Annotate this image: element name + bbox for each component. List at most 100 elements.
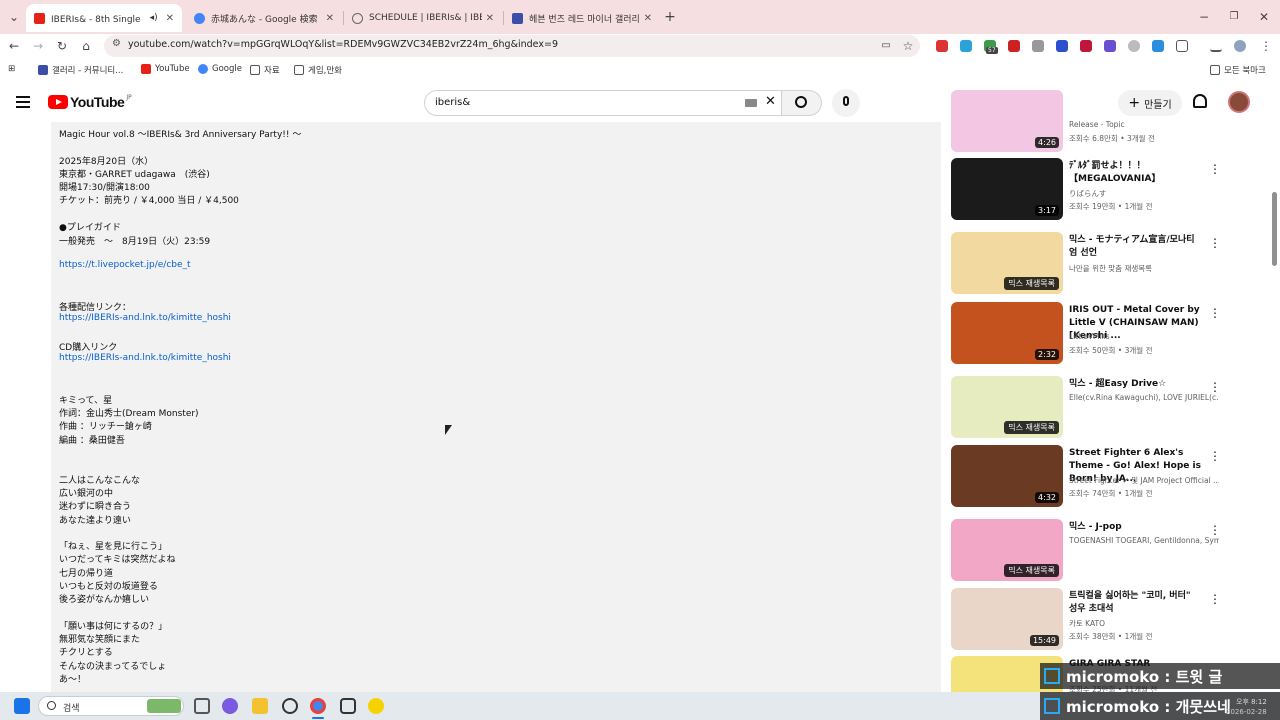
tab-search-chevron-icon[interactable]: ⌄ xyxy=(6,9,22,25)
close-tab-icon[interactable]: ✕ xyxy=(644,13,652,24)
bookmark-folder-games[interactable]: 게임,만화 xyxy=(294,64,342,76)
video-title[interactable]: 믹스 - 超Easy Drive☆ xyxy=(1069,378,1201,391)
tab-iberis[interactable]: IBERIs& - 8th Single「キミ ◂) ✕ xyxy=(26,4,182,32)
sidebar-scrollbar[interactable] xyxy=(1272,192,1277,266)
more-actions-icon[interactable]: ⋮ xyxy=(1209,523,1221,537)
forward-icon[interactable]: → xyxy=(30,38,46,54)
close-window-icon[interactable]: ✕ xyxy=(1256,9,1272,25)
video-title[interactable]: 트릭컬을 싫어하는 "코미, 버터" 성우 초대석 xyxy=(1069,590,1201,616)
restore-icon[interactable]: ❐ xyxy=(1226,9,1242,25)
more-actions-icon[interactable]: ⋮ xyxy=(1209,162,1221,176)
bookmark-folder-resources[interactable]: 자료 xyxy=(250,64,280,76)
bookmark-gallery[interactable]: 갤러리 - 커뮤니티... xyxy=(38,64,123,76)
bookmark-star-icon[interactable]: ☆ xyxy=(900,38,916,54)
browser-menu-icon[interactable]: ⋮ xyxy=(1258,38,1274,54)
back-icon[interactable]: ← xyxy=(6,38,22,54)
recommended-video-card[interactable]: 4:26 Release - Topic 조회수 6.8만회 • 3개월 전 xyxy=(951,90,1271,154)
video-thumbnail[interactable]: 15:49 xyxy=(951,588,1063,650)
tab-gallery[interactable]: 헤븐 번즈 레드 마이너 갤러리 ✕ xyxy=(504,4,660,32)
video-thumbnail[interactable]: 믹스 재생목록 xyxy=(951,376,1063,438)
download-icon[interactable] xyxy=(1152,40,1164,52)
youtube-logo[interactable]: YouTube JP xyxy=(48,94,132,110)
search-button[interactable] xyxy=(782,90,822,116)
more-actions-icon[interactable]: ⋮ xyxy=(1209,306,1221,320)
hamburger-menu-icon[interactable] xyxy=(16,96,30,108)
recommended-mix-card[interactable]: 믹스 재생목록 믹스 - J-pop TOGENASHI TOGEARI, Ge… xyxy=(951,519,1271,583)
recommended-video-card[interactable]: 4:32 Street Fighter 6 Alex's Theme - Go!… xyxy=(951,445,1271,509)
channel-name[interactable]: 카토 KATO xyxy=(1069,618,1219,629)
extension-icon[interactable] xyxy=(1128,40,1140,52)
search-input[interactable]: iberis& ✕ xyxy=(424,90,782,116)
channel-name[interactable]: Release - Topic xyxy=(1069,120,1219,129)
recommended-video-card[interactable]: 3:17 ﾃﾞﾙﾀﾞ罰せよ！！！【MEGALOVANIA】 りばらんす 조회수 … xyxy=(951,158,1271,222)
video-thumbnail[interactable]: 믹스 재생목록 xyxy=(951,232,1063,294)
video-title[interactable]: ﾃﾞﾙﾀﾞ罰せよ！！！【MEGALOVANIA】 xyxy=(1069,160,1201,186)
task-view-icon[interactable] xyxy=(194,698,210,714)
extension-icon[interactable] xyxy=(936,40,948,52)
taskbar-search-input[interactable]: 검색 xyxy=(38,696,184,716)
more-actions-icon[interactable]: ⋮ xyxy=(1209,380,1221,394)
site-info-icon[interactable]: ⚙ xyxy=(112,38,121,49)
bookmark-youtube[interactable]: YouTube xyxy=(141,64,190,74)
recommended-mix-card[interactable]: 믹스 재생목록 믹스 - モナティアム宣言/모나티엄 선언 나만을 위한 맞춤 … xyxy=(951,232,1271,296)
video-thumbnail[interactable]: 2:32 xyxy=(951,302,1063,364)
speaker-icon[interactable]: ◂) xyxy=(150,13,158,23)
extension-icon[interactable] xyxy=(1032,40,1044,52)
recommended-video-card[interactable]: 2:32 IRIS OUT - Metal Cover by Little V … xyxy=(951,302,1271,366)
more-actions-icon[interactable]: ⋮ xyxy=(1209,449,1221,463)
description-link[interactable]: https://t.livepocket.jp/e/cbe_t xyxy=(59,260,191,270)
address-bar[interactable]: ⚙ youtube.com/watch?v=mpGGrqWLOqY&list=R… xyxy=(104,35,920,57)
voice-search-button[interactable] xyxy=(832,89,860,117)
profile-avatar-icon[interactable] xyxy=(1234,40,1246,52)
recommended-mix-card[interactable]: 믹스 재생목록 믹스 - 超Easy Drive☆ Elle(cv.Rina K… xyxy=(951,376,1271,440)
all-bookmarks-folder[interactable]: 모든 북마크 xyxy=(1210,64,1266,76)
channel-name[interactable]: TOGENASHI TOGEARI, Gentildonna, Sym... xyxy=(1069,536,1219,545)
close-tab-icon[interactable]: ✕ xyxy=(326,13,334,24)
file-explorer-icon[interactable] xyxy=(252,698,268,714)
description-link[interactable]: https://IBERIs-and.lnk.to/kimitte_hoshi xyxy=(59,353,231,363)
cast-icon[interactable]: ▭ xyxy=(878,38,894,54)
clear-search-icon[interactable]: ✕ xyxy=(765,94,776,109)
extension-icon[interactable] xyxy=(1080,40,1092,52)
new-tab-icon[interactable]: + xyxy=(662,9,678,25)
reload-icon[interactable]: ↻ xyxy=(54,38,70,54)
video-title[interactable]: 믹스 - J-pop xyxy=(1069,521,1201,534)
video-thumbnail[interactable]: 4:32 xyxy=(951,445,1063,507)
minimize-icon[interactable]: − xyxy=(1196,9,1212,25)
media-control-icon[interactable] xyxy=(1210,40,1222,52)
channel-name[interactable]: LittleVMills xyxy=(1069,332,1219,341)
app-icon[interactable] xyxy=(282,698,298,714)
extension-icon[interactable] xyxy=(1056,40,1068,52)
app-icon[interactable] xyxy=(368,698,384,714)
channel-name[interactable]: りばらんす xyxy=(1069,188,1219,199)
more-actions-icon[interactable]: ⋮ xyxy=(1209,236,1221,250)
tab-google-search[interactable]: 赤城あんな - Google 検索 ✕ xyxy=(186,4,342,32)
chrome-icon[interactable] xyxy=(310,698,326,714)
home-icon[interactable]: ⌂ xyxy=(78,38,94,54)
apps-grid-icon[interactable]: ⊞ xyxy=(8,64,15,74)
close-tab-icon[interactable]: ✕ xyxy=(166,13,174,24)
puzzle-icon[interactable] xyxy=(1176,40,1188,52)
extension-icon[interactable] xyxy=(960,40,972,52)
video-title[interactable]: 믹스 - モナティアム宣言/모나티엄 선언 xyxy=(1069,234,1201,260)
extension-icon[interactable] xyxy=(1008,40,1020,52)
bookmark-google[interactable]: Google xyxy=(198,64,242,74)
close-tab-icon[interactable]: ✕ xyxy=(486,13,494,24)
tab-schedule[interactable]: SCHEDULE | IBERIs& | IBERIs& ✕ xyxy=(344,4,502,32)
url-text[interactable]: youtube.com/watch?v=mpGGrqWLOqY&list=RDE… xyxy=(128,39,558,50)
channel-name[interactable]: Elle(cv.Rina Kawaguchi), LOVE JURIEL(c..… xyxy=(1069,393,1219,402)
video-thumbnail[interactable]: 믹스 재생목록 xyxy=(951,519,1063,581)
description-link[interactable]: https://IBERIs-and.lnk.to/kimitte_hoshi xyxy=(59,313,231,323)
keyboard-icon[interactable] xyxy=(745,99,757,107)
video-thumbnail[interactable]: 3:17 xyxy=(951,158,1063,220)
more-actions-icon[interactable]: ⋮ xyxy=(1209,592,1221,606)
search-query[interactable]: iberis& xyxy=(435,97,470,108)
video-thumbnail[interactable]: 4:26 xyxy=(951,90,1063,152)
recommended-video-card[interactable]: 15:49 트릭컬을 싫어하는 "코미, 버터" 성우 초대석 카토 KATO … xyxy=(951,588,1271,652)
windows-start-icon[interactable] xyxy=(14,698,30,714)
app-icon[interactable] xyxy=(340,698,356,714)
extension-icon[interactable] xyxy=(1104,40,1116,52)
channel-name[interactable]: 나만을 위한 맞춤 재생목록 xyxy=(1069,263,1219,274)
copilot-icon[interactable] xyxy=(222,698,238,714)
channel-name[interactable]: Street Fighter ✔ 및 JAM Project Official … xyxy=(1069,475,1219,486)
